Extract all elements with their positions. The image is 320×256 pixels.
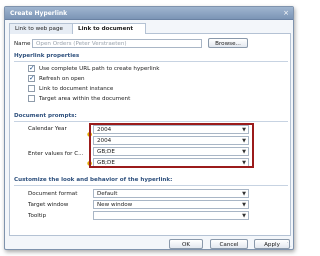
name-input[interactable]: Open Orders (Peter Verstraeten): [32, 39, 202, 48]
document-format-value: Default: [97, 191, 118, 197]
chevron-down-icon[interactable]: ▼: [242, 213, 246, 219]
target-window-label: Target window: [28, 202, 69, 208]
section-divider: [14, 121, 288, 122]
create-hyperlink-dialog: Create Hyperlink × Link to web page Link…: [4, 6, 294, 250]
tab-link-to-web-page[interactable]: Link to web page: [9, 23, 73, 34]
link-to-document-instance-checkbox[interactable]: [28, 85, 35, 92]
prompts-highlight-frame: [89, 123, 254, 168]
refresh-on-open-checkbox[interactable]: [28, 74, 35, 82]
target-window-select[interactable]: New window ▼: [93, 200, 249, 209]
chevron-down-icon[interactable]: ▼: [242, 202, 246, 208]
customize-heading: Customize the look and behavior of the h…: [14, 177, 173, 183]
tooltip-label: Tooltip: [28, 213, 47, 219]
use-complete-url-label: Use complete URL path to create hyperlin…: [39, 66, 160, 72]
browse-button[interactable]: Browse...: [208, 38, 248, 48]
section-divider: [14, 185, 288, 186]
apply-button[interactable]: Apply: [254, 239, 290, 249]
ok-button[interactable]: OK: [169, 239, 203, 249]
use-complete-url-checkbox[interactable]: [28, 64, 35, 72]
title-bar[interactable]: Create Hyperlink ×: [5, 7, 293, 20]
link-to-document-instance-label: Link to document instance: [39, 86, 114, 92]
close-icon[interactable]: ×: [283, 9, 289, 17]
document-format-select[interactable]: Default ▼: [93, 189, 249, 198]
tab-strip: Link to web page Link to document: [9, 23, 291, 35]
hyperlink-properties-heading: Hyperlink properties: [14, 53, 80, 59]
target-window-value: New window: [97, 202, 133, 208]
calendar-year-label: Calendar Year: [28, 126, 67, 132]
chevron-down-icon[interactable]: ▼: [242, 191, 246, 197]
tooltip-select[interactable]: ▼: [93, 211, 249, 220]
section-divider: [14, 61, 288, 62]
document-format-label: Document format: [28, 191, 78, 197]
document-prompts-heading: Document prompts:: [14, 113, 77, 119]
name-label: Name: [14, 41, 31, 47]
refresh-on-open-label: Refresh on open: [39, 76, 85, 82]
target-area-checkbox[interactable]: [28, 95, 35, 102]
resize-grip-icon[interactable]: ⋱: [287, 242, 292, 248]
cancel-button[interactable]: Cancel: [210, 239, 248, 249]
enter-values-label: Enter values for C...: [28, 151, 84, 157]
target-area-label: Target area within the document: [39, 96, 131, 102]
window-title: Create Hyperlink: [10, 10, 68, 17]
